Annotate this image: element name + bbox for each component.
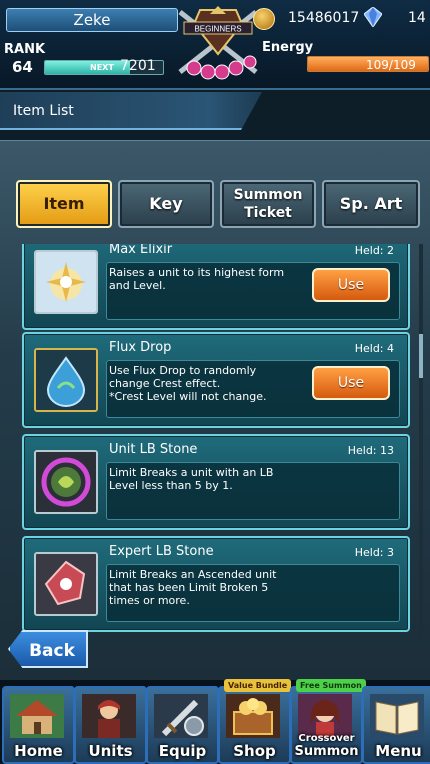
nav-shop-label: Shop [233, 742, 276, 760]
emblem-text: BEGINNERS [194, 25, 241, 34]
item-description: Use Flux Drop to randomly change Crest e… [109, 364, 267, 403]
nav-home-label: Home [14, 742, 63, 760]
nav-equip[interactable]: Equip [146, 686, 219, 764]
shop-icon [226, 694, 280, 738]
nav-home[interactable]: Home [2, 686, 75, 764]
item-description: Limit Breaks an Ascended unit that has b… [109, 568, 277, 607]
item-description: Limit Breaks a unit with an LB Level les… [109, 466, 274, 492]
use-button[interactable]: Use [312, 268, 390, 302]
tab-item-label: Item [43, 194, 85, 213]
tab-key-label: Key [149, 194, 183, 213]
energy-value: 109/109 [366, 58, 416, 72]
nav-shop[interactable]: Shop [218, 686, 291, 764]
player-name[interactable]: Zeke [6, 8, 178, 32]
back-button[interactable]: Back [8, 630, 88, 668]
item-name: Expert LB Stone [109, 544, 214, 559]
elixir-icon [34, 250, 98, 314]
free-summon-badge: Free Summon [296, 679, 366, 692]
tab-key[interactable]: Key [118, 180, 214, 228]
nav-summon[interactable]: Crossover Summon [290, 686, 363, 764]
exp-bar-fill [45, 61, 130, 74]
tab-sp-art-label: Sp. Art [339, 194, 403, 213]
held-count: Held: 4 [354, 342, 394, 355]
held-count: Held: 3 [354, 546, 394, 559]
nav-summon-label-main: Summon [294, 744, 359, 759]
equip-icon [154, 694, 208, 738]
item-name: Unit LB Stone [109, 442, 198, 457]
item-tabs: Item Key Summon Ticket Sp. Art [0, 180, 430, 230]
home-icon [10, 694, 64, 738]
nav-units[interactable]: Units [74, 686, 147, 764]
beginners-emblem-icon[interactable]: BEGINNERS [170, 2, 266, 86]
list-item: Unit LB Stone Held: 13 Limit Breaks a un… [22, 434, 410, 530]
item-name: Max Elixir [109, 244, 173, 257]
units-icon [82, 694, 136, 738]
held-count: Held: 2 [354, 244, 394, 257]
value-bundle-badge: Value Bundle [224, 679, 292, 692]
scrollbar[interactable] [419, 244, 423, 638]
nav-units-label: Units [88, 742, 133, 760]
top-hud: Zeke RANK 64 NEXT 7201 BEGINNERS 1548601… [0, 0, 430, 90]
next-exp-value: 7201 [120, 58, 156, 74]
list-item: Expert LB Stone Held: 3 Limit Breaks an … [22, 536, 410, 632]
list-item: Flux Drop Held: 4 Use Flux Drop to rando… [22, 332, 410, 428]
bottom-nav: Home Units Equip Shop Value Bundle Cross… [0, 679, 430, 764]
item-list[interactable]: Max Elixir Held: 2 Raises a unit to its … [14, 244, 416, 638]
nav-menu-label: Menu [375, 742, 422, 760]
held-count: Held: 13 [347, 444, 394, 457]
rank-value: 64 [12, 58, 33, 76]
list-item: Max Elixir Held: 2 Raises a unit to its … [22, 244, 410, 330]
flux-drop-icon [34, 348, 98, 412]
nav-summon-label: Crossover Summon [292, 732, 361, 758]
gem-icon [364, 7, 382, 27]
tab-summon-ticket[interactable]: Summon Ticket [220, 180, 316, 228]
item-description: Raises a unit to its highest form and Le… [109, 266, 285, 292]
item-name: Flux Drop [109, 340, 172, 355]
next-label: NEXT [90, 63, 114, 72]
scrollbar-thumb[interactable] [419, 334, 423, 378]
tab-sp-art[interactable]: Sp. Art [322, 180, 420, 228]
use-button[interactable]: Use [312, 366, 390, 400]
expert-lb-stone-icon [34, 552, 98, 616]
menu-icon [370, 694, 424, 738]
nav-menu[interactable]: Menu [362, 686, 430, 764]
energy-label: Energy [262, 40, 314, 55]
rank-label: RANK [4, 42, 46, 57]
coin-count: 15486017 [288, 10, 360, 26]
nav-equip-label: Equip [158, 742, 207, 760]
tab-summon-ticket-label-line2: Ticket [244, 205, 292, 221]
gem-count: 14 [408, 10, 426, 26]
tab-item[interactable]: Item [16, 180, 112, 228]
page-title: Item List [13, 103, 74, 119]
lb-stone-icon [34, 450, 98, 514]
tab-summon-ticket-label-line1: Summon [233, 187, 303, 203]
coin-icon [253, 8, 275, 30]
